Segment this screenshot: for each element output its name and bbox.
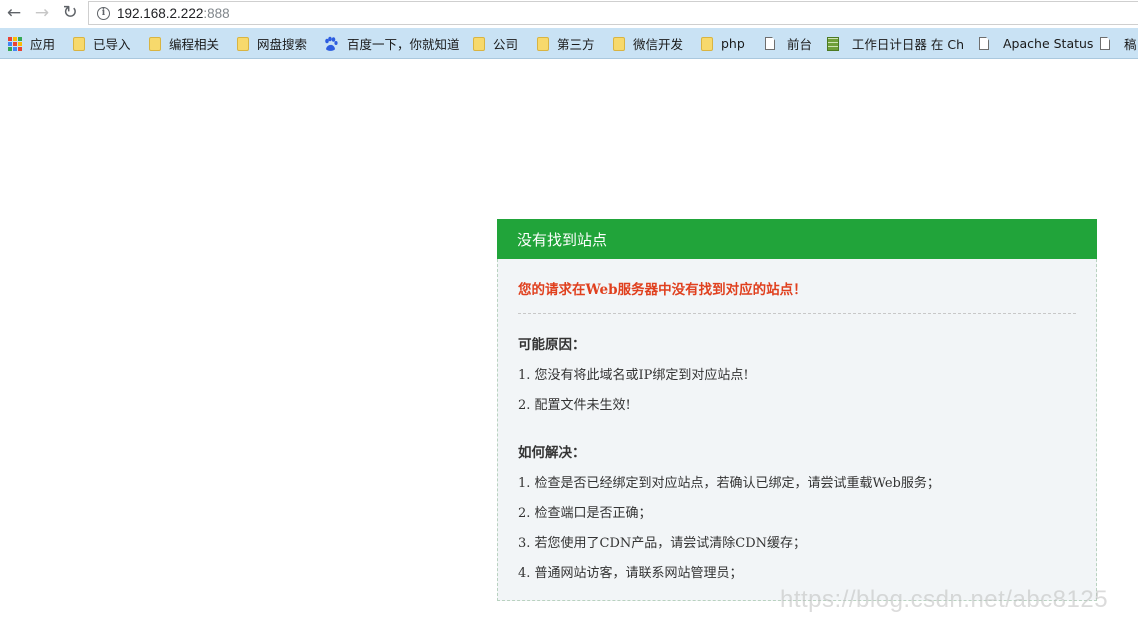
bookmark-folder-third-party[interactable]: 第三方 <box>537 28 595 58</box>
page-icon <box>1100 37 1110 50</box>
solution-item: 4. 普通网站访客，请联系网站管理员； <box>518 566 743 581</box>
info-icon[interactable]: i <box>97 6 110 20</box>
bookmark-label: 应用 <box>30 37 56 52</box>
bookmark-frontend[interactable]: 前台 <box>765 28 813 58</box>
bookmark-folder-wechat-dev[interactable]: 微信开发 <box>613 28 684 58</box>
solution-item: 1. 检查是否已经绑定到对应站点，若确认已绑定，请尝试重载Web服务； <box>518 476 940 491</box>
folder-icon <box>613 36 625 51</box>
reload-icon[interactable]: ↻ <box>59 2 81 24</box>
apps-grid-icon <box>8 36 22 51</box>
browser-toolbar: ← → ↻ i 192.168.2.222:888 <box>0 0 1138 27</box>
reason-item: 2. 配置文件未生效! <box>518 398 631 413</box>
bookmark-label: php <box>721 36 745 51</box>
bookmark-baidu[interactable]: 百度一下，你就知道 <box>323 28 460 58</box>
bookmark-label: 微信开发 <box>633 37 684 52</box>
folder-icon <box>149 36 161 51</box>
reasons-heading: 可能原因： <box>518 337 586 353</box>
bookmark-label: 前台 <box>787 37 813 52</box>
folder-icon <box>73 36 85 51</box>
calendar-icon <box>827 36 839 51</box>
bookmark-label: 百度一下，你就知道 <box>347 37 460 52</box>
page-icon <box>979 37 989 50</box>
bookmark-folder-netdisk-search[interactable]: 网盘搜索 <box>237 28 308 58</box>
folder-icon <box>701 36 713 51</box>
bookmark-label: 公司 <box>493 37 519 52</box>
bookmark-label: 已导入 <box>93 37 131 52</box>
forward-arrow-icon[interactable]: → <box>31 2 53 24</box>
folder-icon <box>473 36 485 51</box>
bookmark-label: 编程相关 <box>169 37 220 52</box>
url-port: :888 <box>203 5 230 21</box>
panel-body: 您的请求在Web服务器中没有找到对应的站点！ 可能原因： 1. 您没有将此域名或… <box>497 259 1097 601</box>
bookmark-folder-company[interactable]: 公司 <box>473 28 519 58</box>
address-bar[interactable]: i 192.168.2.222:888 <box>88 1 1138 25</box>
panel-title: 没有找到站点 <box>517 230 608 249</box>
panel-header: 没有找到站点 <box>497 219 1097 259</box>
bookmark-apache-status[interactable]: Apache Status <box>979 28 1094 58</box>
bookmark-label: 网盘搜索 <box>257 37 308 52</box>
bookmark-label: 稿 <box>1124 37 1137 52</box>
site-not-found-panel: 没有找到站点 您的请求在Web服务器中没有找到对应的站点！ 可能原因： 1. 您… <box>497 219 1097 601</box>
bookmark-label: 工作日计日器 在 Ch <box>851 37 964 52</box>
folder-icon <box>237 36 249 51</box>
bookmark-label: Apache Status <box>1003 36 1094 51</box>
bookmark-folder-imported[interactable]: 已导入 <box>73 28 131 58</box>
bookmarks-bar: 应用 已导入 编程相关 网盘搜索 百度一下，你就知道 公司 第三方 微信开发 p <box>0 28 1138 59</box>
folder-icon <box>537 36 549 51</box>
error-message: 您的请求在Web服务器中没有找到对应的站点！ <box>518 259 1076 314</box>
bookmark-folder-programming[interactable]: 编程相关 <box>149 28 220 58</box>
bookmark-workday-calculator[interactable]: 工作日计日器 在 Ch <box>827 28 964 58</box>
reason-item: 1. 您没有将此域名或IP绑定到对应站点! <box>518 368 749 383</box>
bookmark-folder-php[interactable]: php <box>701 28 745 58</box>
page-icon <box>765 37 775 50</box>
url-host: 192.168.2.222 <box>117 5 204 21</box>
baidu-paw-icon <box>325 36 338 51</box>
bookmark-label: 第三方 <box>557 37 595 52</box>
watermark-text: https://blog.csdn.net/abc8125 <box>780 586 1109 613</box>
solution-item: 2. 检查端口是否正确； <box>518 506 652 521</box>
bookmark-apps[interactable]: 应用 <box>8 28 56 58</box>
bookmark-draft[interactable]: 稿 <box>1100 28 1137 58</box>
solutions-heading: 如何解决： <box>518 445 586 461</box>
solution-item: 3. 若您使用了CDN产品，请尝试清除CDN缓存； <box>518 536 807 551</box>
back-arrow-icon[interactable]: ← <box>3 2 25 24</box>
